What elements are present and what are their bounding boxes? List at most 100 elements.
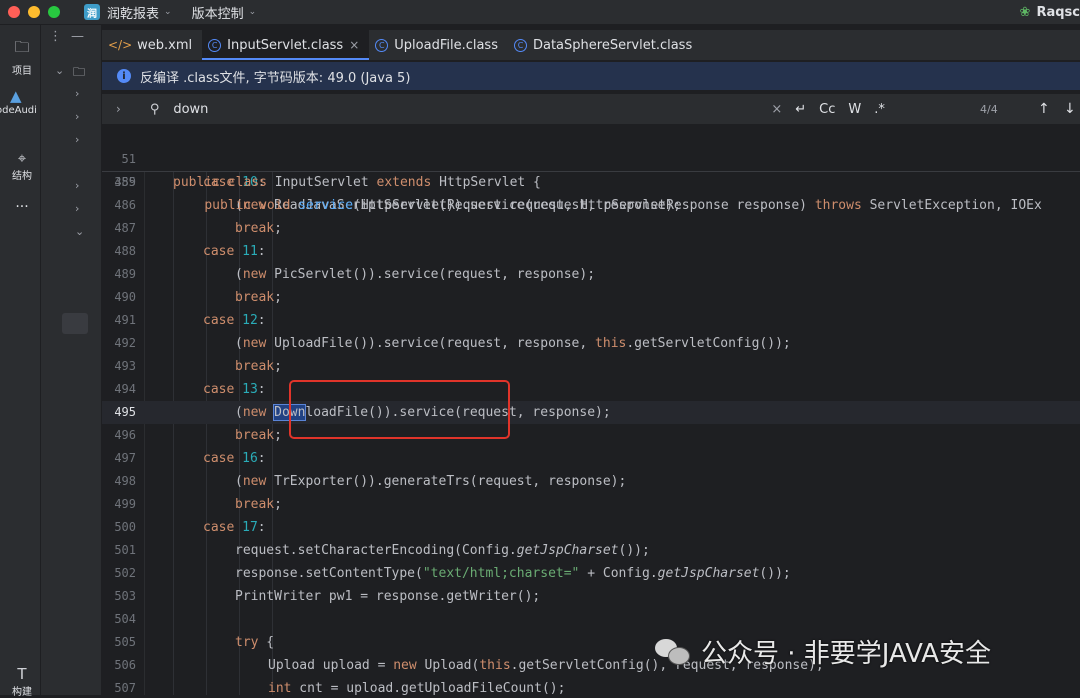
line-number: 500 <box>114 520 136 534</box>
code-text: int cnt = upload.getUploadFileCount(); <box>268 681 566 695</box>
regex-toggle[interactable]: .* <box>874 102 885 117</box>
module-folder-icon: 🗀 <box>73 65 86 79</box>
chevron-right-icon[interactable]: › <box>75 202 79 215</box>
chevron-right-icon[interactable]: › <box>75 87 79 100</box>
whole-word-toggle[interactable]: W <box>848 102 861 117</box>
line-number: 491 <box>114 313 136 327</box>
more-tools-button[interactable]: ··· <box>0 199 44 215</box>
line-number: 488 <box>114 244 136 258</box>
code-line[interactable]: 488 case 11: <box>102 240 1080 263</box>
line-number: 502 <box>114 566 136 580</box>
code-text: case 12: <box>203 313 266 328</box>
new-line-icon[interactable]: ↵ <box>795 102 806 117</box>
window-controls <box>8 6 60 18</box>
build-tool-button[interactable]: T 构建 <box>0 665 44 698</box>
code-text: break; <box>235 359 282 374</box>
tab-label: DataSphereServlet.class <box>532 37 693 53</box>
structure-label: 结构 <box>12 171 32 182</box>
match-count: 4/4 <box>980 102 998 116</box>
code-line[interactable]: 503 PrintWriter pw1 = response.getWriter(… <box>102 585 1080 608</box>
close-window-button[interactable] <box>8 6 20 18</box>
code-line[interactable]: 489 (new PicServlet()).service(request, r… <box>102 263 1080 286</box>
next-match-icon[interactable]: ↓ <box>1064 101 1076 117</box>
tab-datasphere-servlet[interactable]: C DataSphereServlet.class <box>508 30 702 60</box>
search-input[interactable] <box>171 98 766 120</box>
line-number: 498 <box>114 474 136 488</box>
chevron-right-icon[interactable]: › <box>75 179 79 192</box>
code-line[interactable]: 487 break; <box>102 217 1080 240</box>
tab-upload-file[interactable]: C UploadFile.class <box>369 30 508 60</box>
code-text: request.setCharacterEncoding(Config.getJ… <box>235 543 650 558</box>
code-line[interactable]: 500 case 17: <box>102 516 1080 539</box>
structure-icon: ⌖ <box>17 149 27 167</box>
chevron-right-icon[interactable]: › <box>75 133 79 146</box>
structure-tool-button[interactable]: ⌖ 结构 <box>0 149 44 182</box>
run-config-label: Raqsc <box>1036 4 1080 20</box>
project-switcher[interactable]: 润乾报表 ⌄ <box>107 3 172 22</box>
watermark-text: 公众号 · 非要学JAVA安全 <box>701 638 992 669</box>
minimize-panel-icon[interactable]: — <box>71 29 84 44</box>
code-line[interactable]: 494 case 13: <box>102 378 1080 401</box>
banner-text: 反编译 .class文件, 字节码版本: 49.0 (Java 5) <box>140 70 411 86</box>
code-audit-icon: ▲ <box>10 87 22 105</box>
line-number: 489 <box>114 267 136 281</box>
code-line[interactable]: 491 case 12: <box>102 309 1080 332</box>
code-line[interactable]: 502 response.setContentType("text/html;ch… <box>102 562 1080 585</box>
minimize-window-button[interactable] <box>28 6 40 18</box>
project-badge-icon: 润 <box>84 4 100 20</box>
watermark: 公众号 · 非要学JAVA安全 <box>655 634 992 669</box>
sticky-line[interactable]: 51 public class InputServlet extends Htt… <box>102 125 1080 190</box>
sticky-line[interactable]: 359 public void service(HttpServletReque… <box>102 148 1080 213</box>
code-text: PrintWriter pw1 = response.getWriter(); <box>235 589 541 604</box>
chevron-right-icon[interactable]: › <box>75 110 79 123</box>
code-editor[interactable]: 51 public class InputServlet extends Htt… <box>102 125 1080 695</box>
chevron-down-icon[interactable]: ⌄ <box>75 225 84 238</box>
code-text: (new PicServlet()).service(request, resp… <box>235 267 596 282</box>
search-icon[interactable]: ⚲ <box>150 102 160 117</box>
code-line[interactable]: 498 (new TrExporter()).generateTrs(reques… <box>102 470 1080 493</box>
zoom-window-button[interactable] <box>48 6 60 18</box>
code-audit-tool-button[interactable]: ▲ odeAudi <box>0 87 40 116</box>
line-number: 505 <box>114 635 136 649</box>
code-text: (new TrExporter()).generateTrs(request, … <box>235 474 627 489</box>
code-line[interactable]: 496 break; <box>102 424 1080 447</box>
build-label: 构建 <box>12 687 32 698</box>
vertical-dots-icon[interactable]: ⋮ <box>49 29 62 44</box>
find-bar: › ⚲ × ↵ Cc W .* 4/4 ↑ ↓ <box>102 94 1080 125</box>
code-line[interactable]: 504 <box>102 608 1080 631</box>
chevron-down-icon[interactable]: ⌄ <box>55 64 64 77</box>
code-text: public void service(HttpServletRequest r… <box>204 198 1042 213</box>
selected-tree-row[interactable] <box>62 313 88 334</box>
line-number: 490 <box>114 290 136 304</box>
code-line[interactable]: 490 break; <box>102 286 1080 309</box>
vcs-menu[interactable]: 版本控制 ⌄ <box>192 3 257 22</box>
line-number: 507 <box>114 681 136 695</box>
code-line[interactable]: 493 break; <box>102 355 1080 378</box>
line-number: 497 <box>114 451 136 465</box>
tool-window-strip: 🗀 项目 ▲ odeAudi ⌖ 结构 ··· T 构建 <box>0 25 44 698</box>
tab-input-servlet[interactable]: C InputServlet.class × <box>202 30 370 60</box>
clear-search-icon[interactable]: × <box>771 102 782 117</box>
code-text: try { <box>235 635 275 650</box>
code-line[interactable]: 501 request.setCharacterEncoding(Config.g… <box>102 539 1080 562</box>
match-case-toggle[interactable]: Cc <box>819 102 835 117</box>
previous-match-icon[interactable]: ↑ <box>1038 101 1050 117</box>
tab-web-xml[interactable]: </> web.xml <box>102 30 202 60</box>
run-config[interactable]: ❀ Raqsc <box>1020 0 1080 24</box>
code-line[interactable]: 495 (new DownloadFile()).service(request,… <box>102 401 1080 424</box>
expand-replace-icon[interactable]: › <box>116 102 121 116</box>
chevron-down-icon: ⌄ <box>164 7 172 17</box>
code-line[interactable]: 497 case 16: <box>102 447 1080 470</box>
run-config-icon: ❀ <box>1019 4 1031 20</box>
project-tool-button[interactable]: 🗀 项目 <box>0 33 44 77</box>
annotation-highlight-box <box>289 380 510 439</box>
tab-label: UploadFile.class <box>394 37 498 53</box>
line-number: 504 <box>114 612 136 626</box>
editor-tabs: </> web.xml C InputServlet.class × C Upl… <box>102 30 1080 60</box>
title-bar: 润 润乾报表 ⌄ 版本控制 ⌄ ❀ Raqsc <box>0 0 1080 25</box>
code-line[interactable]: 499 break; <box>102 493 1080 516</box>
code-line[interactable]: 492 (new UploadFile()).service(request, r… <box>102 332 1080 355</box>
code-audit-label: odeAudi <box>0 105 37 116</box>
close-icon[interactable]: × <box>349 38 359 52</box>
code-line[interactable]: 507 int cnt = upload.getUploadFileCount()… <box>102 677 1080 695</box>
